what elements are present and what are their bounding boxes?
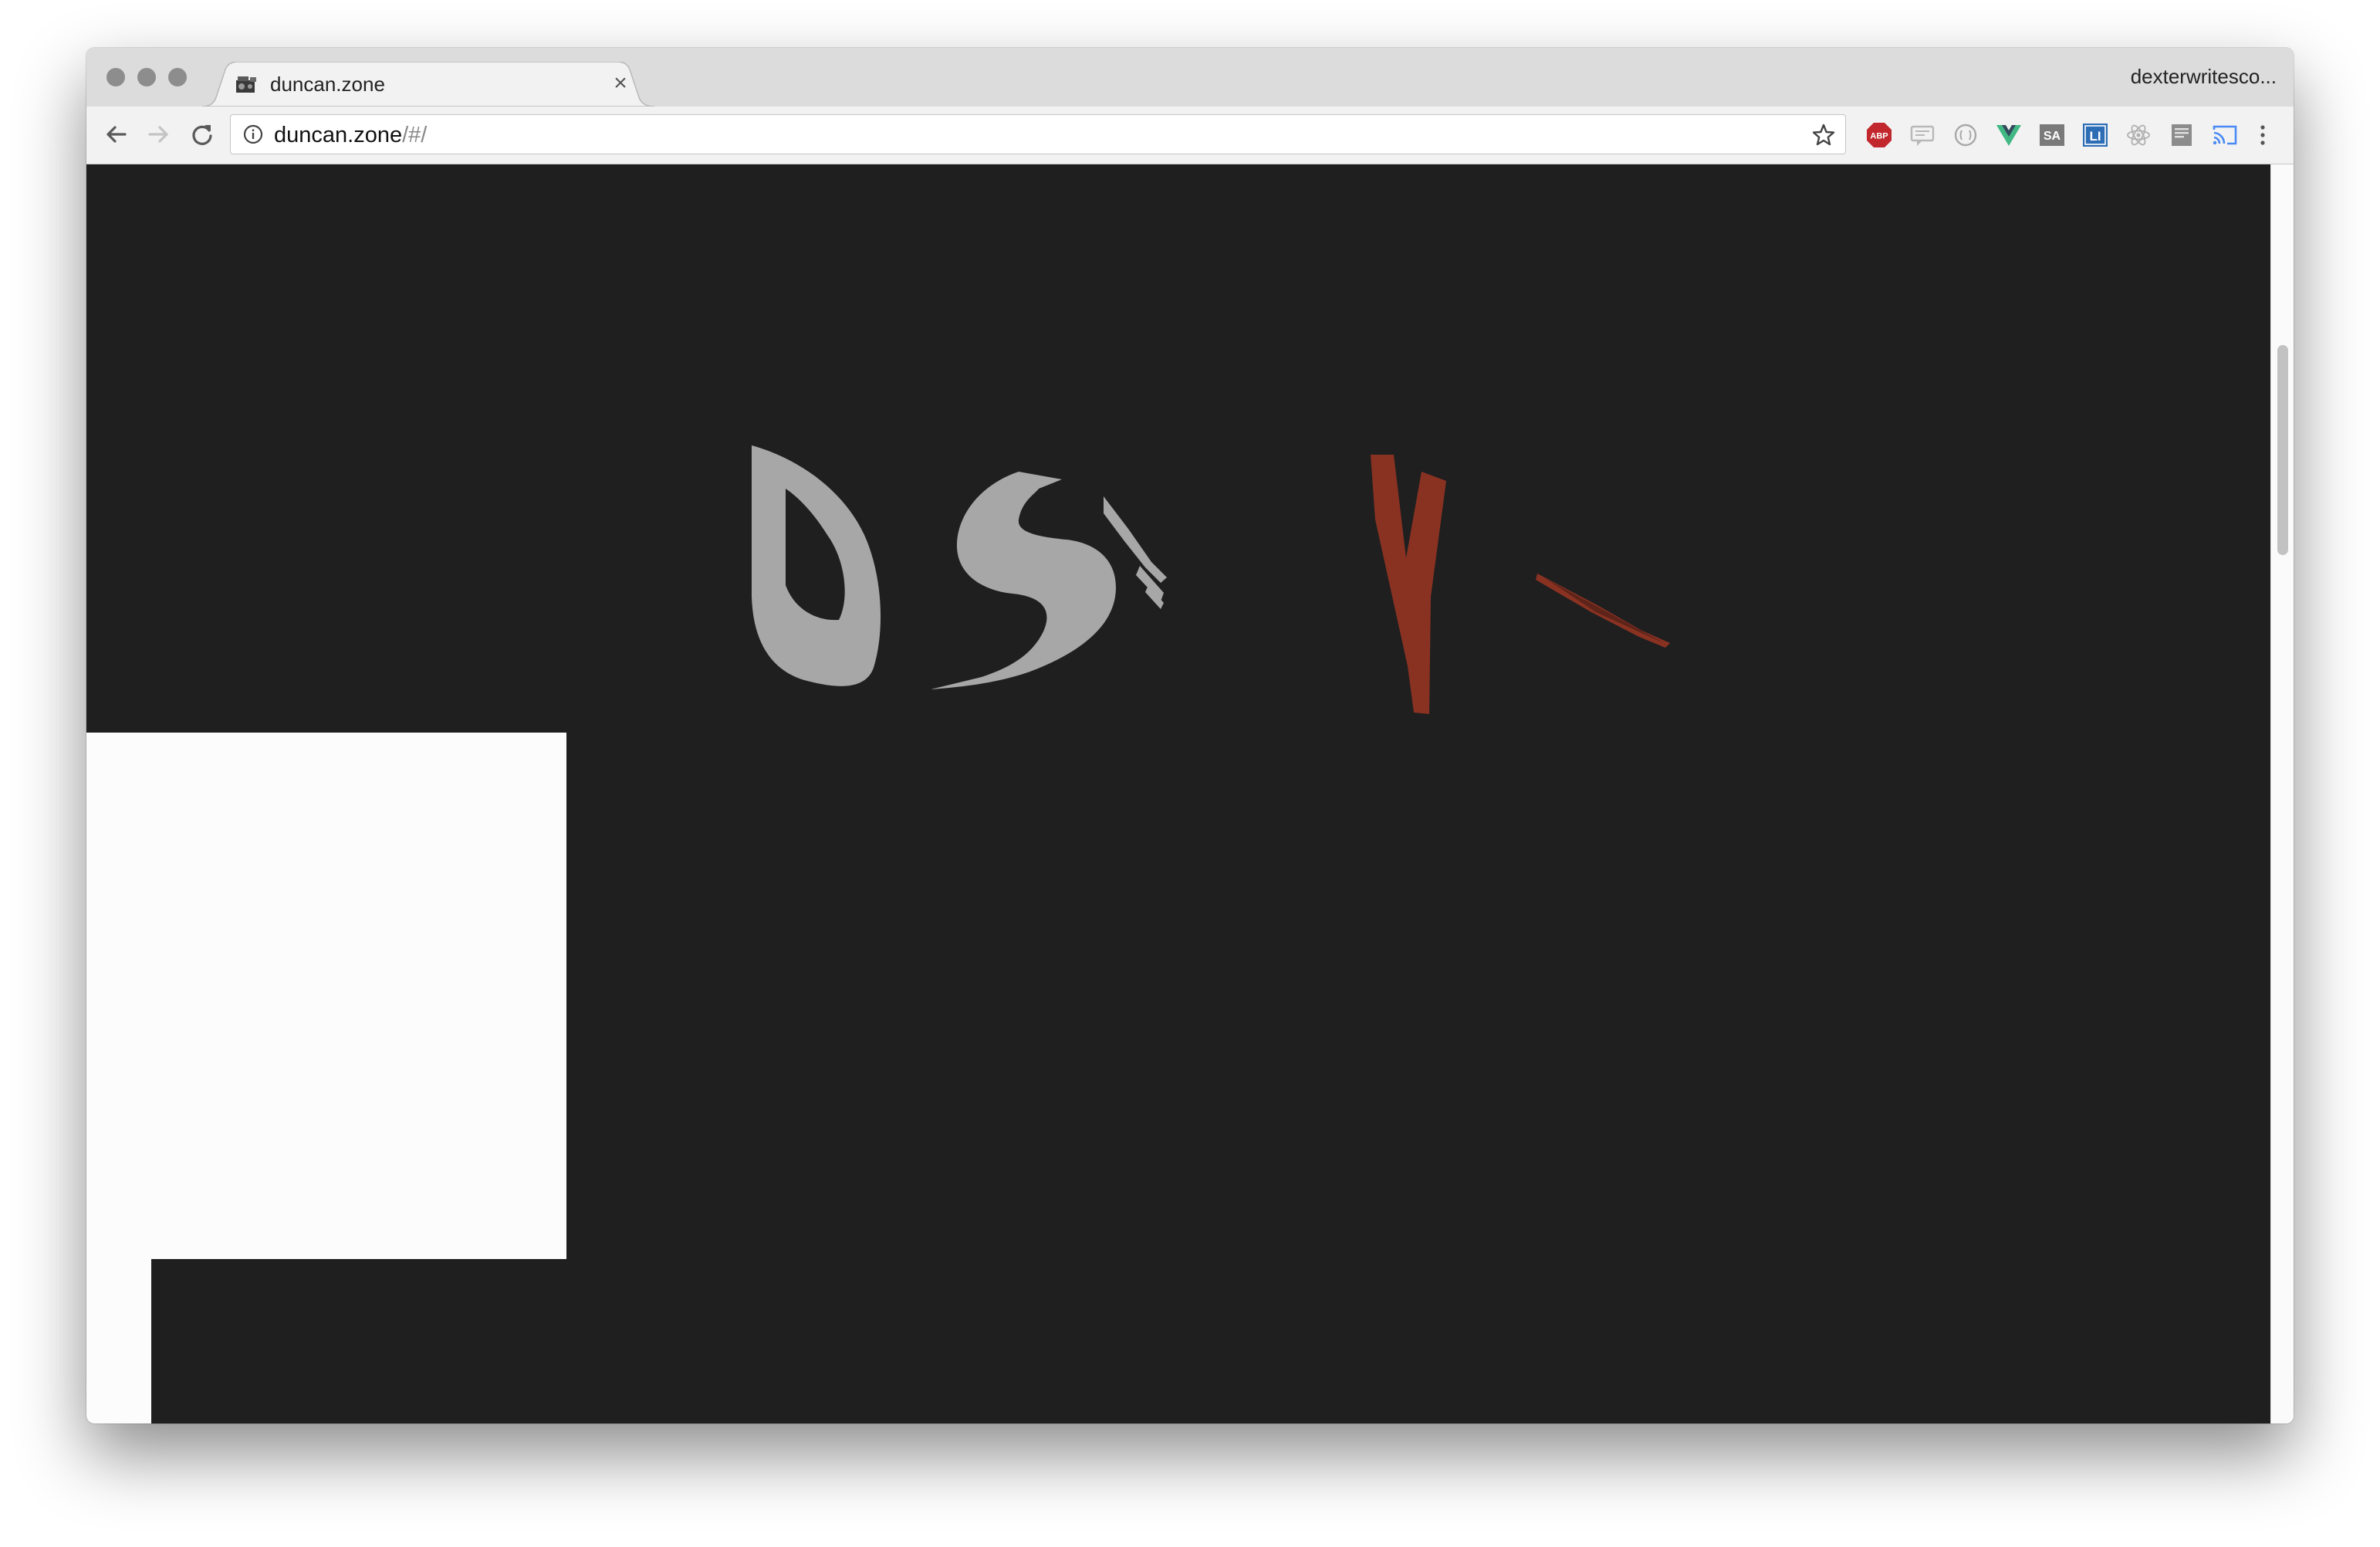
url-text[interactable]: duncan.zone/#/ <box>274 122 427 148</box>
glyph-v <box>1371 455 1446 714</box>
page-viewport <box>86 164 2270 1423</box>
address-bar[interactable]: duncan.zone/#/ <box>230 114 1846 154</box>
maximize-window-button[interactable] <box>168 68 187 86</box>
vue-devtools-icon[interactable] <box>1996 122 2022 148</box>
close-window-button[interactable] <box>106 68 125 86</box>
url-host: duncan.zone <box>274 123 403 147</box>
cast-icon[interactable] <box>2212 122 2238 148</box>
tab-close-icon[interactable]: × <box>608 71 633 96</box>
minimize-window-button[interactable] <box>137 68 156 86</box>
scrollbar-thumb[interactable] <box>2277 345 2288 555</box>
toolbar: duncan.zone/#/ ABP SA LI <box>86 107 2294 164</box>
adblock-plus-icon[interactable]: ABP <box>1866 122 1892 148</box>
info-icon[interactable] <box>243 124 263 144</box>
title-bar: duncan.zone × dexterwritesco... <box>86 48 2294 107</box>
page-favicon-icon <box>235 74 258 94</box>
glyph-d <box>752 445 881 686</box>
circle-ext-icon[interactable] <box>1952 122 1979 148</box>
profile-name[interactable]: dexterwritesco... <box>2131 65 2277 89</box>
star-icon[interactable] <box>1811 123 1836 147</box>
reload-icon[interactable] <box>185 117 219 151</box>
svg-text:SA: SA <box>2044 130 2061 143</box>
svg-text:ABP: ABP <box>1870 132 1888 141</box>
url-path: /#/ <box>402 123 428 147</box>
glyph-fragment-red <box>1536 574 1670 648</box>
menu-dots-icon[interactable] <box>2255 122 2270 148</box>
browser-window: duncan.zone × dexterwritesco... duncan.z… <box>86 48 2294 1423</box>
white-panel-lower <box>86 1259 151 1423</box>
feedback-icon[interactable] <box>1909 122 1935 148</box>
white-panel-upper <box>86 733 566 1259</box>
react-devtools-icon[interactable] <box>2125 122 2152 148</box>
linkedin-ext-icon[interactable]: LI <box>2082 122 2108 148</box>
glyph-s <box>931 472 1116 689</box>
svg-text:LI: LI <box>2089 129 2101 144</box>
tab-title: duncan.zone <box>270 73 385 96</box>
vertical-scrollbar[interactable] <box>2270 164 2294 1423</box>
sa-ext-icon[interactable]: SA <box>2039 122 2065 148</box>
tab-active[interactable]: duncan.zone × <box>202 62 654 107</box>
back-arrow-icon[interactable] <box>99 117 133 151</box>
forward-arrow-icon[interactable] <box>142 117 176 151</box>
reader-ext-icon[interactable] <box>2169 122 2195 148</box>
